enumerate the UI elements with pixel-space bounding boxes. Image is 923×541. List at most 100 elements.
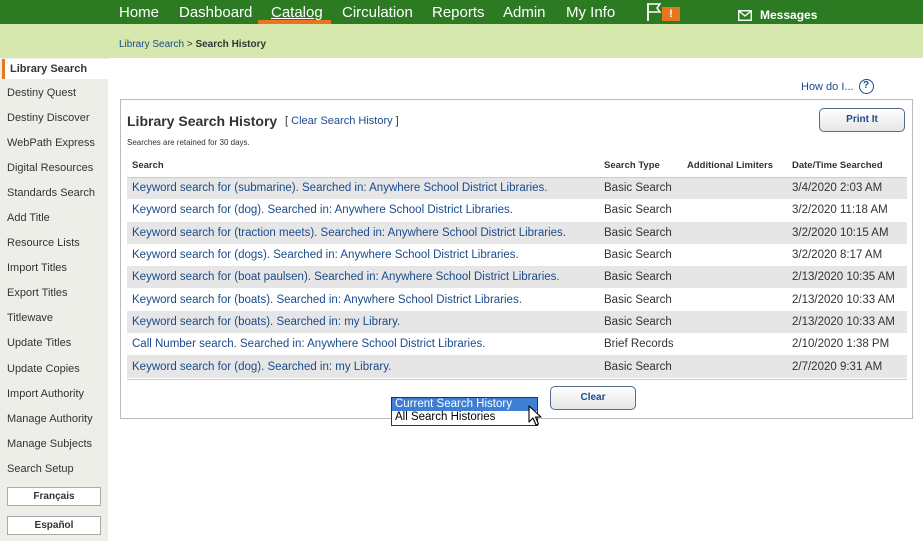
nav-dashboard[interactable]: Dashboard bbox=[179, 4, 252, 22]
sidebar-item-import-titles[interactable]: Import Titles bbox=[7, 262, 67, 274]
print-it-button[interactable]: Print It bbox=[819, 108, 905, 132]
limiters-cell bbox=[682, 199, 787, 221]
column-header-additional-limiters: Additional Limiters bbox=[682, 155, 787, 178]
date-cell: 3/2/2020 10:15 AM bbox=[787, 221, 907, 244]
nav-reports[interactable]: Reports bbox=[432, 4, 485, 22]
sidebar-item-import-authority[interactable]: Import Authority bbox=[7, 388, 84, 400]
messages-link[interactable]: Messages bbox=[738, 8, 817, 22]
search-cell: Keyword search for (boats). Searched in:… bbox=[127, 310, 599, 334]
sidebar-item-digital-resources[interactable]: Digital Resources bbox=[7, 162, 93, 174]
dropdown-option-all[interactable]: All Search Histories bbox=[392, 411, 537, 424]
search-type-cell: Basic Search bbox=[599, 177, 682, 200]
table-row: Keyword search for (dog). Searched in: A… bbox=[127, 199, 907, 221]
search-cell: Keyword search for (dog). Searched in: A… bbox=[127, 199, 599, 221]
language-button-spanish[interactable]: Español bbox=[7, 516, 101, 535]
sidebar-item-destiny-quest[interactable]: Destiny Quest bbox=[7, 87, 76, 99]
limiters-cell bbox=[682, 355, 787, 378]
flag-badge: ! bbox=[662, 7, 680, 21]
messages-label: Messages bbox=[760, 8, 818, 22]
sidebar-item-destiny-discover[interactable]: Destiny Discover bbox=[7, 112, 90, 124]
search-link[interactable]: Keyword search for (boat paulsen). Searc… bbox=[132, 271, 560, 283]
search-link[interactable]: Keyword search for (dog). Searched in: A… bbox=[132, 204, 513, 216]
table-row: Keyword search for (boats). Searched in:… bbox=[127, 310, 907, 334]
search-link[interactable]: Keyword search for (submarine). Searched… bbox=[132, 182, 547, 194]
search-type-cell: Brief Records bbox=[604, 338, 674, 351]
envelope-icon bbox=[738, 9, 752, 21]
clear-search-history: [ Clear Search History ] bbox=[285, 115, 399, 127]
search-link[interactable]: Call Number search. Searched in: Anywher… bbox=[132, 338, 485, 350]
notifications-flag[interactable]: ! bbox=[646, 2, 680, 22]
table-header-row: Search Search Type Additional Limiters D… bbox=[127, 155, 907, 178]
table-row: Call Number search. Searched in: Anywher… bbox=[127, 333, 907, 355]
limiters-cell bbox=[682, 221, 787, 244]
column-header-search-type: Search Type bbox=[599, 155, 682, 178]
sidebar-item-standards-search[interactable]: Standards Search bbox=[7, 187, 95, 199]
sidebar-item-titlewave[interactable]: Titlewave bbox=[7, 312, 53, 324]
search-cell: Keyword search for (dogs). Searched in: … bbox=[127, 244, 599, 266]
dropdown-option-current[interactable]: Current Search History bbox=[392, 398, 537, 411]
history-scope-dropdown[interactable]: Current Search History All Search Histor… bbox=[391, 397, 538, 426]
sidebar-item-update-titles[interactable]: Update Titles bbox=[7, 337, 71, 349]
limiters-cell bbox=[682, 244, 787, 266]
nav-admin[interactable]: Admin bbox=[503, 4, 546, 22]
sidebar: Library Search Destiny Quest Destiny Dis… bbox=[0, 58, 108, 541]
limiters-cell bbox=[682, 288, 787, 310]
search-cell: Keyword search for (submarine). Searched… bbox=[127, 177, 599, 200]
table-row: Keyword search for (boat paulsen). Searc… bbox=[127, 266, 907, 289]
how-do-i-link[interactable]: How do I... ? bbox=[801, 79, 874, 94]
search-type-cell: Basic Search bbox=[599, 310, 682, 334]
search-type-cell: Basic Search bbox=[599, 355, 682, 378]
limiters-cell bbox=[682, 310, 787, 334]
question-icon: ? bbox=[858, 79, 874, 94]
search-link[interactable]: Keyword search for (boats). Searched in:… bbox=[132, 316, 400, 328]
bracket-open: [ bbox=[285, 115, 289, 127]
search-history-table: Search Search Type Additional Limiters D… bbox=[127, 155, 907, 378]
search-link[interactable]: Keyword search for (dog). Searched in: m… bbox=[132, 361, 391, 373]
search-link[interactable]: Keyword search for (traction meets). Sea… bbox=[132, 227, 566, 239]
sidebar-item-update-copies[interactable]: Update Copies bbox=[7, 363, 80, 375]
language-button-french[interactable]: Français bbox=[7, 487, 101, 506]
search-type-cell: Basic Search bbox=[599, 221, 682, 244]
how-do-i-label: How do I... bbox=[801, 80, 854, 93]
bracket-close: ] bbox=[395, 115, 399, 127]
limiters-cell bbox=[682, 333, 787, 355]
table-row: Keyword search for (dog). Searched in: m… bbox=[127, 355, 907, 378]
date-cell: 3/4/2020 2:03 AM bbox=[787, 177, 907, 200]
search-link[interactable]: Keyword search for (boats). Searched in:… bbox=[132, 294, 522, 306]
limiters-cell bbox=[682, 266, 787, 289]
search-cell: Keyword search for (boats). Searched in:… bbox=[127, 288, 599, 310]
sidebar-item-search-setup[interactable]: Search Setup bbox=[7, 463, 74, 475]
search-link[interactable]: Keyword search for (dogs). Searched in: … bbox=[132, 249, 519, 261]
search-type-cell: Basic Search bbox=[599, 266, 682, 289]
date-cell: 2/7/2020 9:31 AM bbox=[787, 355, 907, 378]
sidebar-item-manage-subjects[interactable]: Manage Subjects bbox=[7, 438, 92, 450]
breadcrumb-separator: > bbox=[186, 39, 193, 50]
date-cell: 2/13/2020 10:35 AM bbox=[787, 266, 907, 289]
sidebar-item-resource-lists[interactable]: Resource Lists bbox=[7, 237, 80, 249]
search-cell: Keyword search for (dog). Searched in: m… bbox=[127, 355, 599, 378]
breadcrumb-bar: Library Search > Search History bbox=[0, 24, 923, 58]
sidebar-item-export-titles[interactable]: Export Titles bbox=[7, 287, 68, 299]
sidebar-item-webpath-express[interactable]: WebPath Express bbox=[7, 137, 95, 149]
nav-my-info[interactable]: My Info bbox=[566, 4, 615, 22]
nav-circulation[interactable]: Circulation bbox=[342, 4, 413, 22]
sidebar-item-add-title[interactable]: Add Title bbox=[7, 212, 50, 224]
top-navigation-bar: Home Dashboard Catalog Circulation Repor… bbox=[0, 0, 923, 24]
date-cell: 3/2/2020 8:17 AM bbox=[792, 249, 883, 262]
sidebar-item-library-search[interactable]: Library Search bbox=[2, 59, 108, 79]
column-header-search: Search bbox=[127, 155, 599, 178]
sidebar-item-manage-authority[interactable]: Manage Authority bbox=[7, 413, 93, 425]
breadcrumb-library-search[interactable]: Library Search bbox=[119, 39, 184, 50]
date-cell: 3/2/2020 11:18 AM bbox=[792, 204, 888, 217]
table-row: Keyword search for (submarine). Searched… bbox=[127, 177, 907, 200]
mouse-pointer-icon bbox=[528, 405, 542, 426]
clear-search-history-link[interactable]: Clear Search History bbox=[291, 115, 392, 127]
breadcrumb-current: Search History bbox=[195, 39, 267, 50]
search-cell: Keyword search for (traction meets). Sea… bbox=[127, 221, 599, 244]
nav-home[interactable]: Home bbox=[119, 4, 159, 22]
clear-button[interactable]: Clear bbox=[550, 386, 636, 410]
table-row: Keyword search for (traction meets). Sea… bbox=[127, 221, 907, 244]
date-cell: 2/13/2020 10:33 AM bbox=[792, 293, 895, 306]
date-cell: 2/10/2020 1:38 PM bbox=[792, 338, 890, 351]
date-cell: 2/13/2020 10:33 AM bbox=[787, 310, 907, 334]
